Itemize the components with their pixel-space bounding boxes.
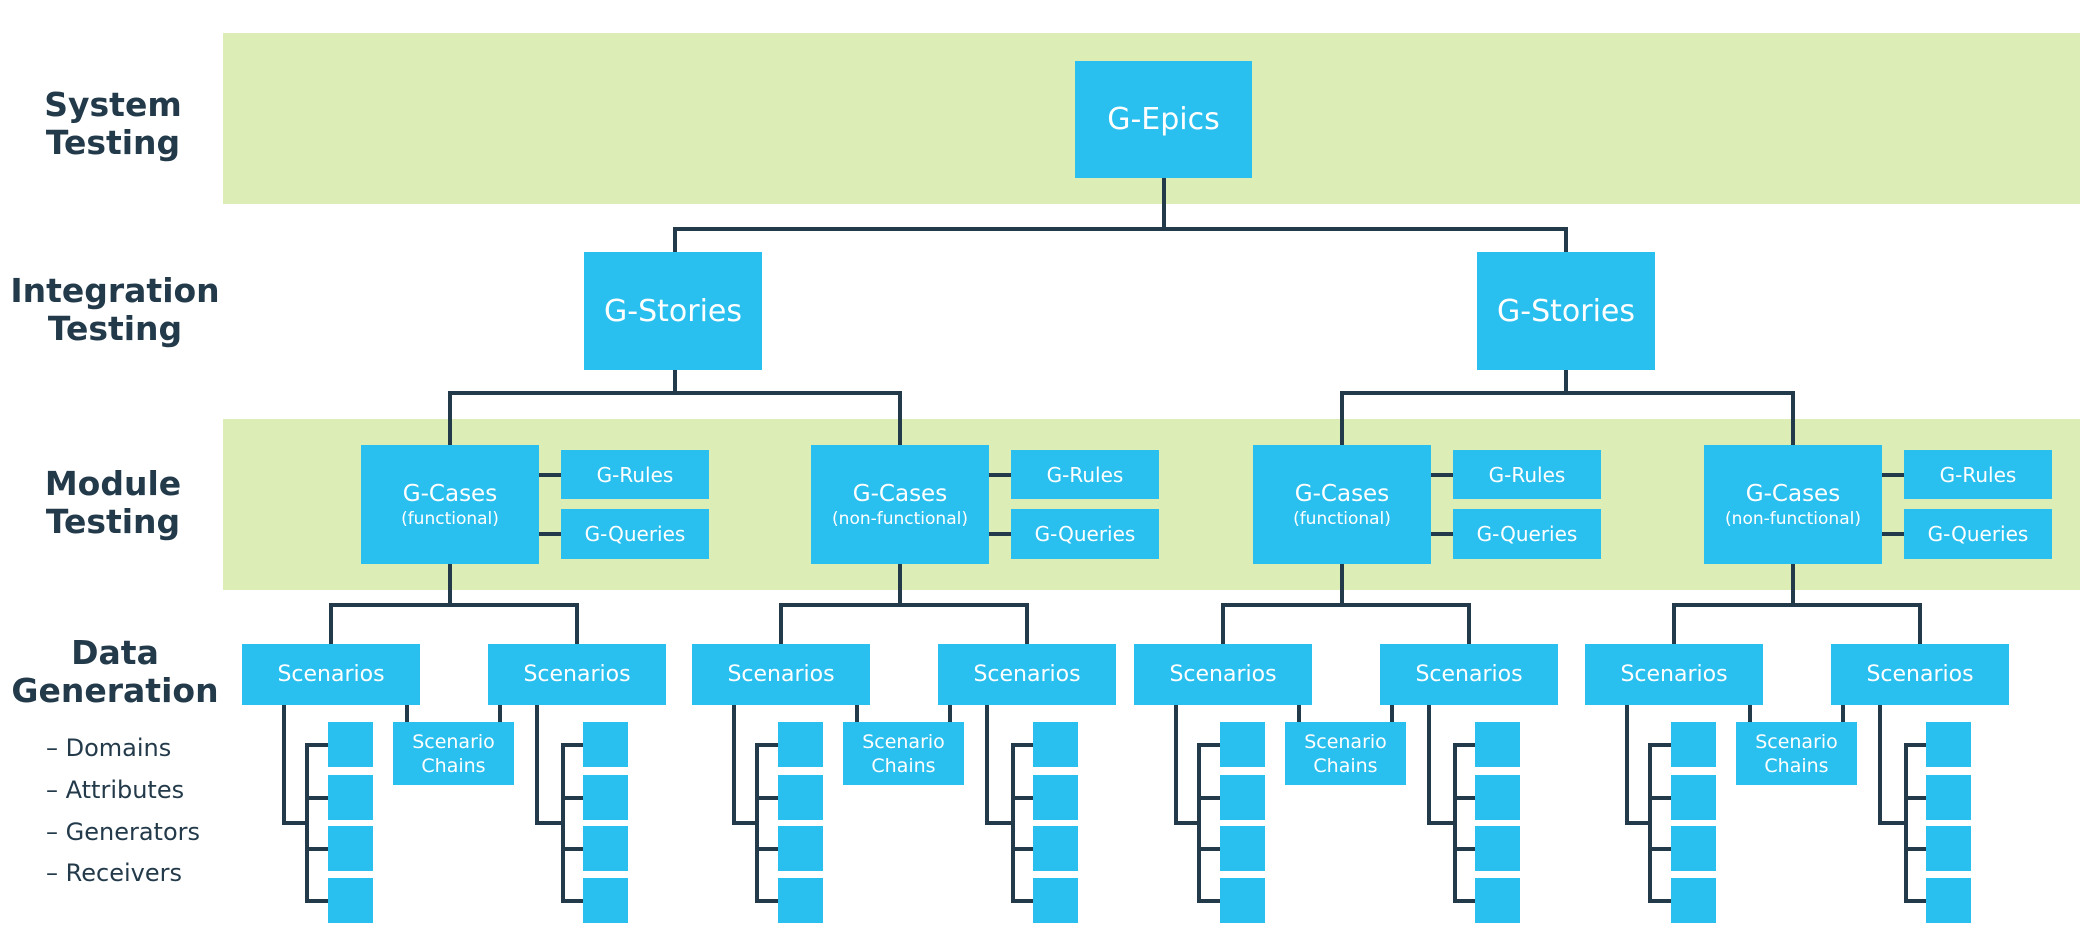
g-stories-node: G-Stories [584,252,762,370]
g-queries-node: G-Queries [1011,509,1159,559]
scenarios-node: Scenarios [1134,644,1312,705]
node-label: G-Cases [852,480,948,507]
node-label: G-Stories [1497,293,1635,329]
node-label: G-Queries [584,522,686,546]
scenario-chains-node: Scenario Chains [1736,722,1857,785]
scenarios-node: Scenarios [1831,644,2009,705]
g-stories-node: G-Stories [1477,252,1655,370]
node-label: Scenarios [523,662,631,687]
g-queries-node: G-Queries [561,509,709,559]
data-item-node [1475,826,1520,871]
data-item-node [328,878,373,923]
node-label: Chains [1313,754,1378,777]
scenarios-node: Scenarios [242,644,420,705]
node-label: Scenarios [1620,662,1728,687]
node-label: Scenario [862,730,945,753]
data-item-node [1475,878,1520,923]
data-item-node [1033,722,1078,767]
data-item-node [1033,826,1078,871]
node-label: Scenarios [1866,662,1974,687]
node-label: Scenarios [727,662,835,687]
g-cases-node: G-Cases (functional) [1253,445,1431,564]
data-item-node [328,775,373,820]
scenarios-node: Scenarios [488,644,666,705]
g-cases-node: G-Cases (non-functional) [1704,445,1882,564]
g-rules-node: G-Rules [1011,450,1159,499]
node-label: G-Queries [1927,522,2029,546]
node-label: G-Rules [1488,462,1566,487]
data-item-node [1926,826,1971,871]
data-item-node [328,826,373,871]
scenarios-node: Scenarios [938,644,1116,705]
node-label: Scenarios [973,662,1081,687]
node-label: (non-functional) [832,508,968,529]
node-label: Scenario [1304,730,1387,753]
data-item-node [1926,775,1971,820]
g-cases-node: G-Cases (functional) [361,445,539,564]
data-item-node [1033,878,1078,923]
data-item-node [1475,722,1520,767]
node-label: G-Cases [402,480,498,507]
data-item-node [1671,826,1716,871]
scenarios-node: Scenarios [692,644,870,705]
data-item-node [1926,878,1971,923]
g-queries-node: G-Queries [1904,509,2052,559]
node-label: Scenarios [277,662,385,687]
node-label: G-Epics [1107,102,1220,137]
data-item-node [1475,775,1520,820]
data-item-node [583,878,628,923]
g-rules-node: G-Rules [561,450,709,499]
scenarios-node: Scenarios [1585,644,1763,705]
data-item-node [1671,775,1716,820]
data-item-node [1033,775,1078,820]
scenarios-node: Scenarios [1380,644,1558,705]
g-rules-node: G-Rules [1453,450,1601,499]
data-item-node [583,722,628,767]
scenario-chains-node: Scenario Chains [843,722,964,785]
data-item-node [583,826,628,871]
data-item-node [778,722,823,767]
node-label: (functional) [401,508,499,529]
node-label: G-Rules [1939,462,2017,487]
data-item-node [1220,722,1265,767]
data-item-node [1220,878,1265,923]
data-item-node [1220,826,1265,871]
node-label: G-Stories [604,293,742,329]
node-label: Scenario [412,730,495,753]
node-label: Chains [871,754,936,777]
g-cases-node: G-Cases (non-functional) [811,445,989,564]
data-item-node [778,826,823,871]
node-label: G-Queries [1476,522,1578,546]
node-label: Chains [421,754,486,777]
node-label: (non-functional) [1725,508,1861,529]
node-label: G-Cases [1294,480,1390,507]
node-label: G-Rules [1046,462,1124,487]
scenario-chains-node: Scenario Chains [393,722,514,785]
data-item-node [778,878,823,923]
g-epics-node: G-Epics [1075,61,1252,178]
node-label: G-Rules [596,462,674,487]
g-rules-node: G-Rules [1904,450,2052,499]
node-label: (functional) [1293,508,1391,529]
data-item-node [1926,722,1971,767]
node-label: Scenario [1755,730,1838,753]
data-item-node [328,722,373,767]
data-item-node [1671,722,1716,767]
node-label: Scenarios [1415,662,1523,687]
node-label: Chains [1764,754,1829,777]
data-item-node [583,775,628,820]
node-label: G-Queries [1034,522,1136,546]
node-label: G-Cases [1745,480,1841,507]
scenario-chains-node: Scenario Chains [1285,722,1406,785]
data-item-node [778,775,823,820]
node-label: Scenarios [1169,662,1277,687]
data-item-node [1220,775,1265,820]
g-queries-node: G-Queries [1453,509,1601,559]
data-item-node [1671,878,1716,923]
